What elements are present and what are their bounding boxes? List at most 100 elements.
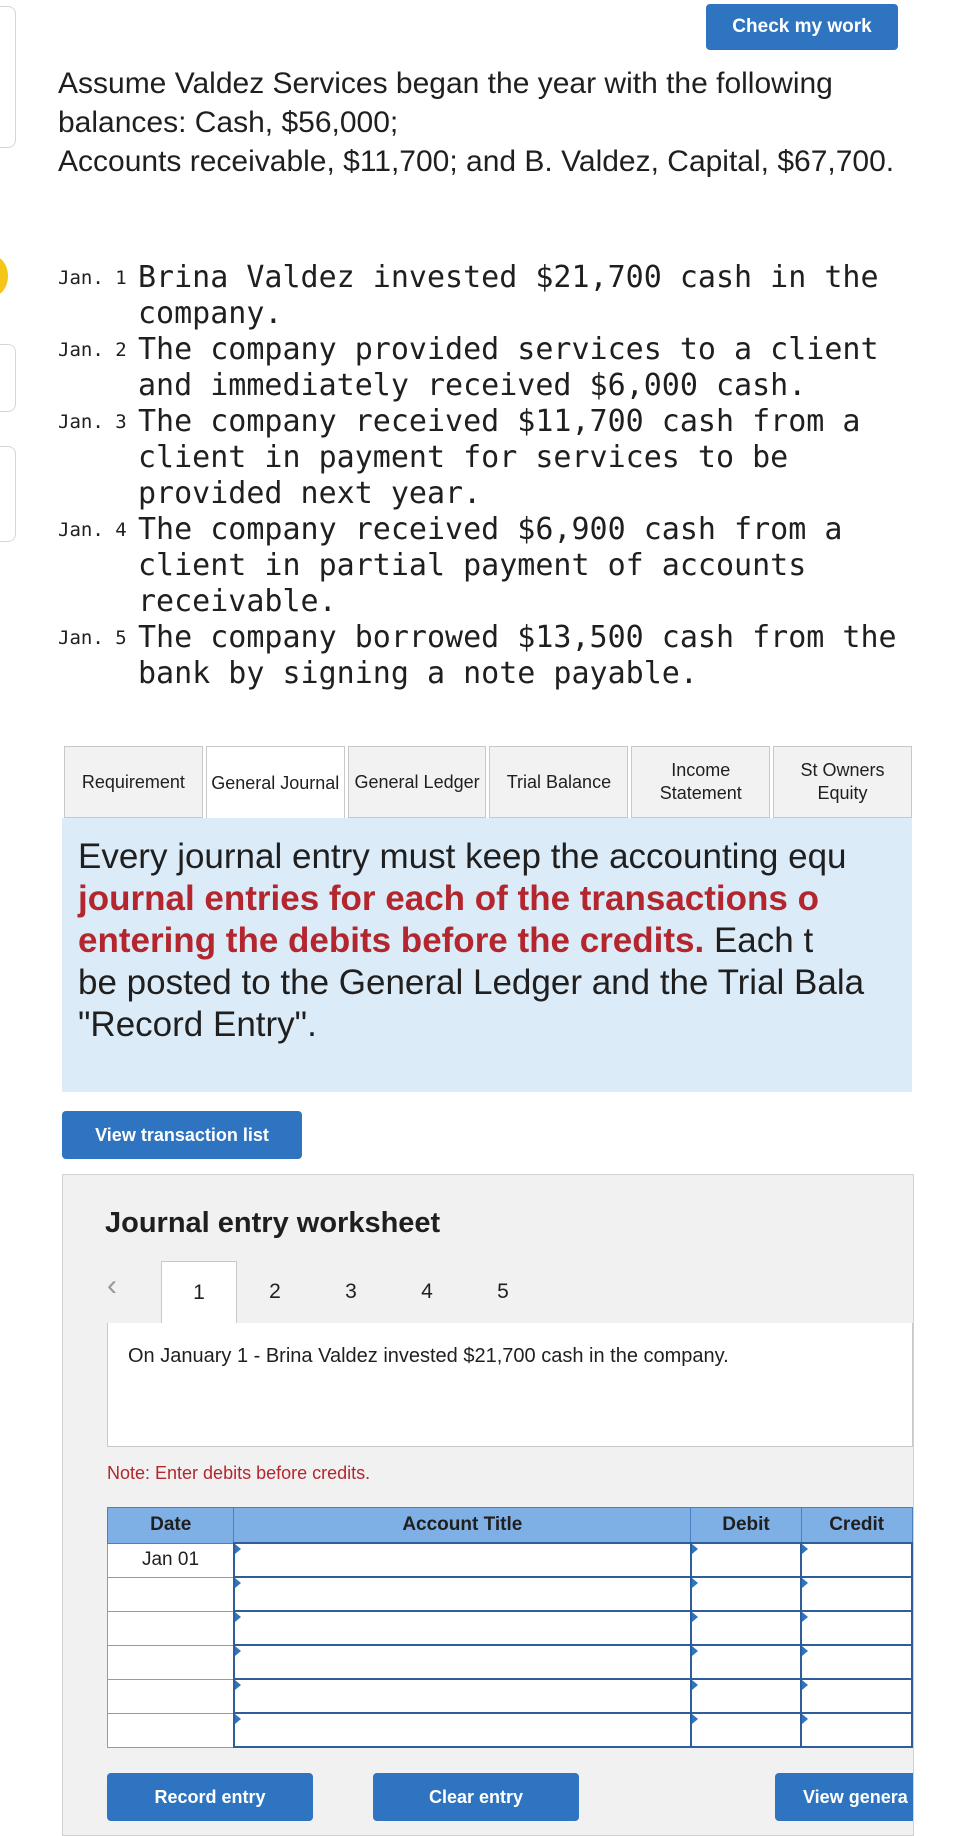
dropdown-marker-icon [802,1544,809,1554]
col-date: Date [106,1507,235,1544]
dropdown-marker-icon [802,1646,809,1656]
dropdown-marker-icon [691,1714,698,1724]
dropdown-marker-icon [691,1578,698,1588]
view-general-journal-button[interactable]: View genera [775,1773,913,1821]
transaction-item: Jan. 5 The company borrowed $13,500 cash… [58,620,956,692]
col-account-title: Account Title [233,1507,692,1544]
date-cell [106,1610,235,1646]
transaction-day: 2 [115,339,127,361]
instructions-line: Each t [704,921,814,960]
dropdown-marker-icon [802,1714,809,1724]
dropdown-marker-icon [802,1578,809,1588]
instructions-line: Every journal entry must keep the accoun… [78,837,847,876]
credit-input[interactable] [800,1542,913,1578]
debit-input[interactable] [689,1712,803,1748]
tab-bar: Requirement General Journal General Ledg… [64,746,912,820]
account-title-input[interactable] [232,1712,692,1748]
credit-input[interactable] [800,1644,913,1680]
transaction-text: The company received $11,700 cash from a… [138,404,861,511]
problem-intro: Assume Valdez Services began the year wi… [58,64,918,181]
dropdown-marker-icon [802,1680,809,1690]
instructions-panel: Every journal entry must keep the accoun… [62,818,912,1092]
date-cell [106,1576,235,1612]
transaction-day: 3 [115,411,127,433]
page-2[interactable]: 2 [237,1261,313,1323]
journal-entry-table: Date Account Title Debit Credit Jan 01 [106,1507,913,1748]
instructions-line: journal entries for each of the transact… [78,879,819,918]
tab-st-owners-equity[interactable]: St Owners Equity [773,746,912,818]
record-entry-button[interactable]: Record entry [107,1773,313,1821]
debit-input[interactable] [689,1576,803,1612]
page-1[interactable]: 1 [161,1261,237,1324]
intro-line-1: Assume Valdez Services began the year wi… [58,67,833,139]
table-row [106,1610,913,1646]
dropdown-marker-icon [234,1680,241,1690]
col-debit: Debit [690,1507,802,1544]
page-3[interactable]: 3 [313,1261,389,1323]
credit-input[interactable] [800,1576,913,1612]
tab-general-ledger[interactable]: General Ledger [347,746,487,818]
entry-note: Note: Enter debits before credits. [107,1463,371,1483]
table-header-row: Date Account Title Debit Credit [106,1507,913,1544]
transaction-list: Jan. 1 Brina Valdez invested $21,700 cas… [58,260,956,692]
dropdown-marker-icon [234,1646,241,1656]
transaction-item: Jan. 2 The company provided services to … [58,332,956,404]
transaction-day: 4 [115,519,127,541]
dropdown-marker-icon [234,1612,241,1622]
worksheet-title: Journal entry worksheet [105,1207,441,1239]
transaction-description: On January 1 - Brina Valdez invested $21… [128,1345,729,1367]
account-title-input[interactable] [232,1644,692,1680]
transaction-text: The company provided services to a clien… [138,332,879,403]
credit-input[interactable] [800,1678,913,1714]
left-panel-fragment [0,344,16,412]
transaction-text: Brina Valdez invested $21,700 cash in th… [138,260,879,331]
transaction-month: Jan. [58,411,104,433]
dropdown-marker-icon [691,1646,698,1656]
account-title-input[interactable] [232,1576,692,1612]
table-row [106,1576,913,1612]
account-title-input[interactable] [232,1678,692,1714]
check-my-work-button[interactable]: Check my work [706,4,898,50]
transaction-item: Jan. 4 The company received $6,900 cash … [58,512,956,620]
transaction-month: Jan. [58,339,104,361]
instructions-text: Every journal entry must keep the accoun… [78,836,912,1046]
left-panel-fragment [0,6,16,148]
col-credit: Credit [800,1507,913,1544]
date-cell [106,1678,235,1714]
account-title-input[interactable] [232,1610,692,1646]
dropdown-marker-icon [691,1680,698,1690]
debit-input[interactable] [689,1542,803,1578]
page-5[interactable]: 5 [465,1261,541,1323]
tab-trial-balance[interactable]: Trial Balance [489,746,629,818]
journal-entry-worksheet: Journal entry worksheet ‹ 1 2 3 4 5 On J… [62,1174,914,1836]
view-transaction-list-button[interactable]: View transaction list [62,1111,302,1159]
transaction-month: Jan. [58,267,104,289]
chevron-left-icon[interactable]: ‹ [107,1269,117,1303]
credit-input[interactable] [800,1610,913,1646]
tab-requirement[interactable]: Requirement [64,746,203,818]
transaction-item: Jan. 3 The company received $11,700 cash… [58,404,956,512]
date-cell [106,1644,235,1680]
debit-input[interactable] [689,1678,803,1714]
tab-income-statement[interactable]: Income Statement [631,746,771,818]
instructions-line: "Record Entry". [78,1005,317,1044]
table-row [106,1712,913,1748]
dropdown-marker-icon [691,1544,698,1554]
credit-input[interactable] [800,1712,913,1748]
account-title-input[interactable] [232,1542,692,1578]
transaction-item: Jan. 1 Brina Valdez invested $21,700 cas… [58,260,956,332]
clear-entry-button[interactable]: Clear entry [373,1773,579,1821]
dropdown-marker-icon [234,1714,241,1724]
transaction-day: 1 [115,267,127,289]
transaction-day: 5 [115,627,127,649]
dropdown-marker-icon [691,1612,698,1622]
transaction-month: Jan. [58,627,104,649]
debit-input[interactable] [689,1644,803,1680]
page-4[interactable]: 4 [389,1261,465,1323]
tab-general-journal[interactable]: General Journal [205,746,345,820]
intro-line-2: Accounts receivable, $11,700; and B. Val… [58,145,895,178]
status-dot [0,256,8,296]
dropdown-marker-icon [802,1612,809,1622]
debit-input[interactable] [689,1610,803,1646]
instructions-line: be posted to the General Ledger and the … [78,963,865,1002]
